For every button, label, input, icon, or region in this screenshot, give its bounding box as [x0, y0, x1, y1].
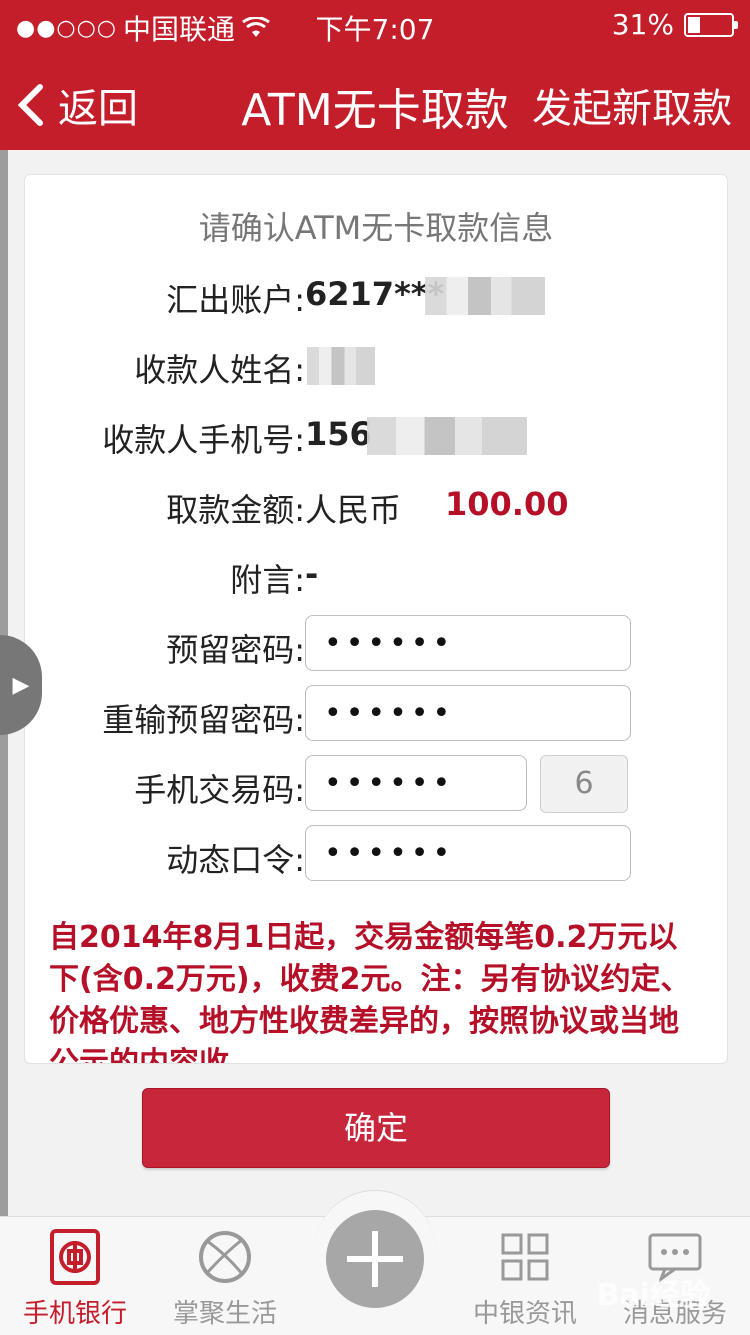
row-payee-phone: 收款人手机号: 156 [25, 405, 727, 465]
basketball-icon [199, 1231, 251, 1283]
otp-input[interactable]: •••••• [305, 825, 631, 881]
sms-countdown-button[interactable]: 6 [540, 755, 628, 813]
row-memo: 附言: - [25, 545, 727, 605]
sms-code-input[interactable]: •••••• [305, 755, 527, 811]
payee-phone-label: 收款人手机号: [102, 421, 305, 459]
boc-logo-icon [50, 1229, 100, 1285]
battery-icon [684, 12, 738, 37]
row-sms-code: 手机交易码: •••••• 6 [25, 755, 727, 815]
row-payee-name: 收款人姓名: [25, 335, 727, 395]
add-button[interactable] [326, 1210, 424, 1308]
status-bar: ●●○○○ 中国联通 下午7:07 31% [0, 0, 750, 52]
tab-life[interactable]: 掌聚生活 [150, 1227, 300, 1330]
redacted-mosaic [307, 347, 375, 385]
redacted-mosaic [367, 417, 527, 455]
confirm-button[interactable]: 确定 [142, 1088, 610, 1168]
payee-name-label: 收款人姓名: [134, 351, 305, 389]
grid-icon [501, 1233, 549, 1281]
fee-notice: 自2014年8月1日起，交易金额每笔0.2万元以下(含0.2万元)，收费2元。注… [49, 920, 691, 1064]
reenter-password-input[interactable]: •••••• [305, 685, 631, 741]
reserved-password-input[interactable]: •••••• [305, 615, 631, 671]
tab-label: 中银资讯 [472, 1299, 577, 1329]
memo-label: 附言: [230, 561, 305, 599]
card-heading: 请确认ATM无卡取款信息 [198, 209, 554, 247]
new-withdrawal-button[interactable]: 发起新取款 [532, 76, 732, 134]
currency: 人民币 [305, 491, 402, 529]
tab-label: 掌聚生活 [172, 1299, 277, 1329]
redacted-mosaic [425, 277, 545, 315]
amount-label: 取款金额: [166, 491, 305, 529]
sms-code-label: 手机交易码: [134, 771, 305, 809]
account-label: 汇出账户: [166, 281, 305, 319]
amount-value: 100.00 [445, 485, 569, 523]
battery-group: 31% [611, 8, 738, 41]
otp-label: 动态口令: [166, 841, 305, 879]
row-reenter-password: 重输预留密码: •••••• [25, 685, 727, 745]
tab-mobile-bank[interactable]: 手机银行 [0, 1227, 150, 1330]
battery-percent: 31% [611, 8, 674, 41]
row-otp: 动态口令: •••••• [25, 825, 727, 885]
nav-bar: 返回 ATM无卡取款 发起新取款 [0, 52, 750, 150]
confirm-card: 请确认ATM无卡取款信息 汇出账户: 6217*** 收款人姓名: 收款人手机号… [24, 174, 728, 1064]
tab-news[interactable]: 中银资讯 [450, 1227, 600, 1330]
row-amount: 取款金额: 人民币 100.00 [25, 475, 727, 535]
payee-phone-value: 156 [305, 415, 372, 453]
baidu-watermark: Bai经验 [596, 1278, 710, 1313]
row-reserved-password: 预留密码: •••••• [25, 615, 727, 675]
tab-label: 手机银行 [22, 1299, 127, 1329]
chevron-right-icon: ▶ [12, 672, 30, 698]
account-value: 6217*** [305, 275, 445, 313]
memo-value: - [305, 555, 319, 593]
row-account: 汇出账户: 6217*** [25, 265, 727, 325]
reenter-password-label: 重输预留密码: [102, 701, 305, 739]
reserved-password-label: 预留密码: [166, 631, 305, 669]
